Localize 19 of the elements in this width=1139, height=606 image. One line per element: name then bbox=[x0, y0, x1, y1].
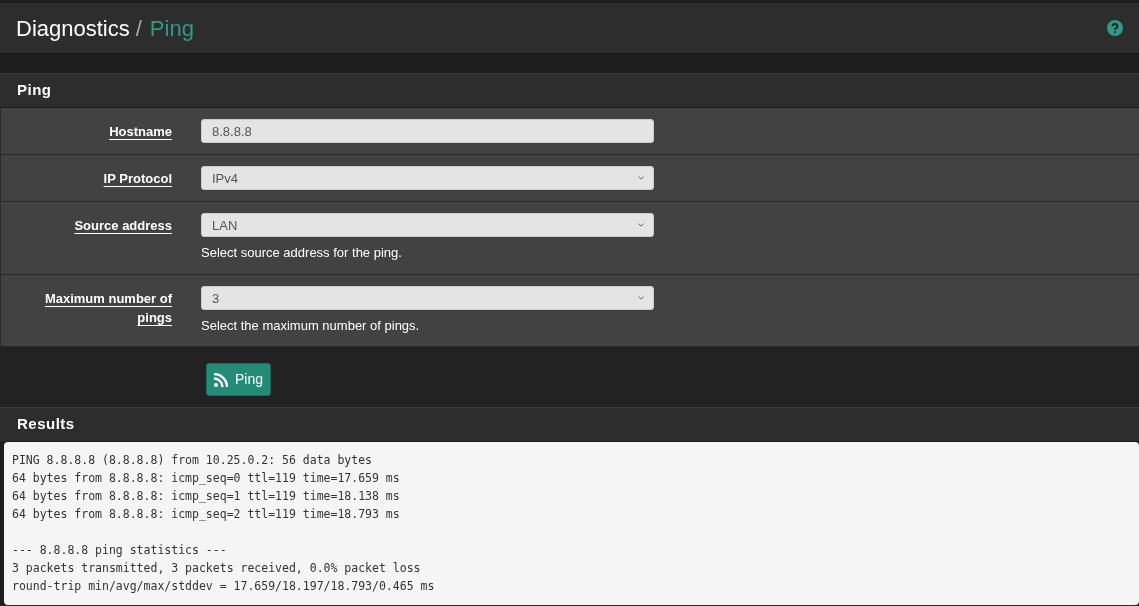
field-label: Source address bbox=[74, 218, 172, 233]
ping-button[interactable]: Ping bbox=[206, 363, 272, 396]
help-icon[interactable] bbox=[1107, 20, 1123, 36]
panel-title: Results bbox=[0, 407, 1139, 442]
page-title: Ping bbox=[149, 14, 194, 43]
select-field[interactable]: LAN bbox=[201, 213, 654, 237]
field-label: Maximum number of pings bbox=[44, 290, 172, 325]
help-text: Select source address for the ping. bbox=[201, 244, 403, 262]
rss-icon bbox=[214, 372, 228, 387]
field-label: IP Protocol bbox=[103, 171, 172, 186]
breadcrumb-separator: / bbox=[135, 14, 142, 43]
panel-title: Ping bbox=[0, 73, 1139, 108]
select-field[interactable]: 3 bbox=[201, 285, 654, 310]
help-text: Select the maximum number of pings. bbox=[201, 316, 421, 335]
breadcrumb-link[interactable]: Diagnostics bbox=[16, 11, 130, 45]
select-field[interactable]: IPv4 bbox=[201, 166, 654, 190]
hostname-field[interactable]: 8.8.8.8 bbox=[201, 119, 654, 143]
field-label: Hostname bbox=[109, 123, 172, 139]
ping-output: PING 8.8.8.8 (8.8.8.8) from 10.25.0.2: 56 data bytes 64 bytes from 8.8.8.8: icmp_seq=0 ttl=119 time=17.659 ms 64 bytes from 8.8.8.8: icmp_seq=1 ttl=119 time=18.138 ms 64 bytes from 8.8.8.8: icmp_seq=2 ttl=119 time=18.793 ms --- 8.8.8.8 ping statistics --- 3 packets transmitted, 3 packets received, 0.0% packet loss round-trip min/avg/max/stddev = 17.659/18.197/18.793/0.465 ms bbox=[4, 441, 1139, 605]
